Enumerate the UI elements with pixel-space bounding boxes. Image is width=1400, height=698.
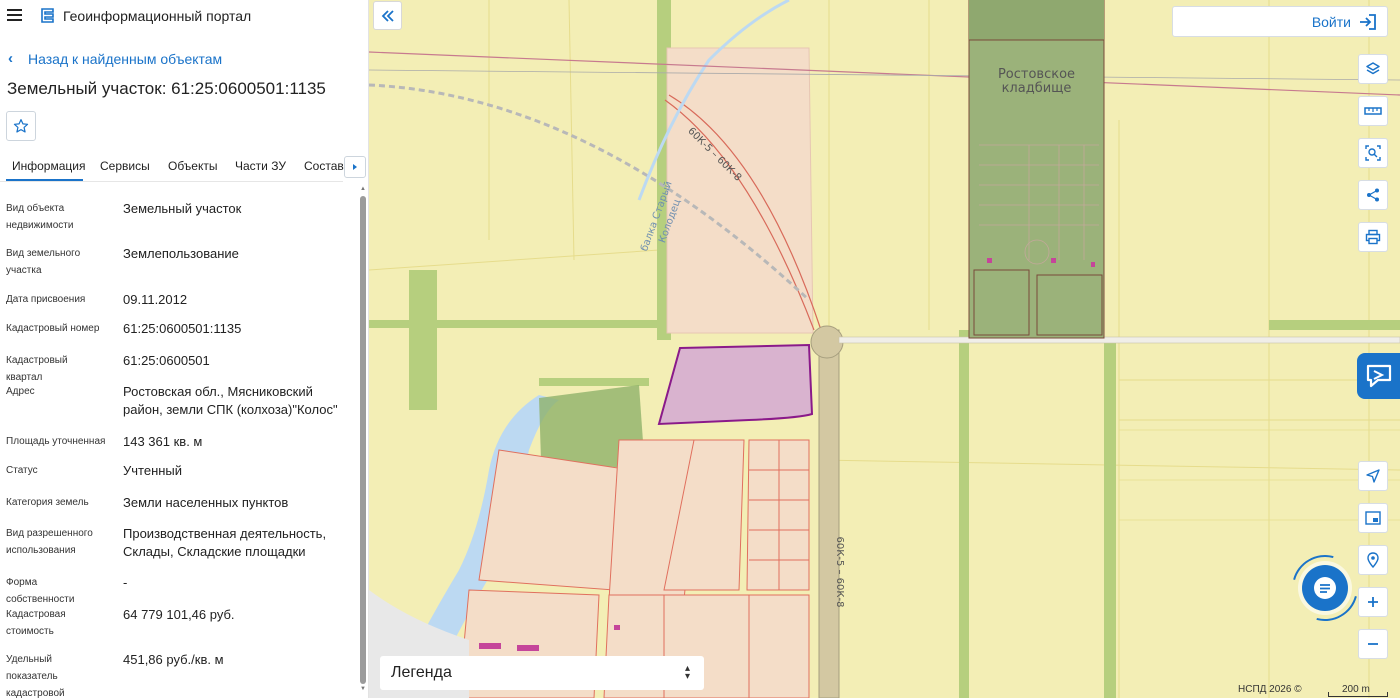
map-base-layer xyxy=(369,0,1400,698)
expand-collapse-icon: ▴ ▾ xyxy=(684,663,690,682)
property-label: Статус xyxy=(6,465,38,476)
active-tab-indicator xyxy=(6,179,83,181)
scale-bar xyxy=(1328,692,1388,697)
legend-dropdown[interactable]: Легенда ▴ ▾ xyxy=(380,656,704,690)
star-icon xyxy=(13,119,29,133)
property-label: Вид разрешенного использования xyxy=(6,528,93,556)
property-value: Земли населенных пунктов xyxy=(123,495,289,510)
caret-right-icon xyxy=(353,164,357,170)
external-service-tab[interactable] xyxy=(1357,353,1400,399)
my-location-button[interactable] xyxy=(1358,461,1388,491)
scroll-up-arrow[interactable]: ▲ xyxy=(360,186,366,192)
sidebar-scrollbar[interactable] xyxy=(360,196,366,684)
share-icon xyxy=(1367,188,1379,202)
print-button[interactable] xyxy=(1358,222,1388,252)
property-value: - xyxy=(123,575,128,590)
double-chevron-left-icon xyxy=(381,9,394,22)
app-title: Геоинформационный портал xyxy=(63,8,252,24)
sidebar: Геоинформационный портал ‹ Назад к найде… xyxy=(0,0,369,698)
tab-objects[interactable]: Объекты xyxy=(168,159,218,173)
property-value: Учтенный xyxy=(123,463,183,478)
map-canvas[interactable]: Ростовское кладбище 60К-5 – 60К-8 60К-5 … xyxy=(369,0,1400,698)
plus-icon xyxy=(1368,597,1378,607)
layers-button[interactable] xyxy=(1358,54,1388,84)
portal-logo-icon xyxy=(41,8,54,23)
login-icon xyxy=(1360,13,1376,30)
property-label: Вид объекта недвижимости xyxy=(6,203,74,231)
tab-services[interactable]: Сервисы xyxy=(100,159,150,173)
property-value: 64 779 101,46 руб. xyxy=(123,607,235,622)
property-label: Кадастровый квартал xyxy=(6,355,68,383)
property-value: 451,86 руб./кв. м xyxy=(123,652,224,667)
property-label: Кадастровый номер xyxy=(6,323,100,334)
property-value: Ростовская обл., Мясниковский район, зем… xyxy=(123,384,338,417)
chat-button[interactable] xyxy=(1302,565,1348,611)
printer-icon xyxy=(1365,229,1381,245)
back-to-results-link[interactable]: ‹ Назад к найденным объектам xyxy=(8,50,222,67)
property-value: 61:25:0600501 xyxy=(123,353,210,368)
property-value: 61:25:0600501:1135 xyxy=(123,321,242,336)
tabs-divider xyxy=(0,181,343,182)
property-label: Форма собственности xyxy=(6,577,75,605)
property-label: Кадастровая стоимость xyxy=(6,609,66,637)
tab-parts[interactable]: Части ЗУ xyxy=(235,159,286,173)
menu-icon[interactable] xyxy=(7,9,22,21)
minus-icon xyxy=(1368,643,1378,645)
measure-button[interactable] xyxy=(1358,96,1388,126)
copyright-text: НСПД 2026 © xyxy=(1238,684,1302,695)
cemetery-label: Ростовское кладбище xyxy=(997,67,1076,96)
property-label: Удельный показатель кадастровой стоимост… xyxy=(6,654,65,698)
road-label: 60К-5 – 60К-8 xyxy=(834,536,845,608)
zoom-out-button[interactable] xyxy=(1358,629,1388,659)
sidebar-header: Геоинформационный портал xyxy=(0,0,368,32)
legend-label: Легенда xyxy=(391,664,452,681)
area-search-icon xyxy=(1365,145,1381,161)
property-value: 143 361 кв. м xyxy=(123,434,203,449)
geolocation-button[interactable] xyxy=(1358,545,1388,575)
app-root: Геоинформационный портал ‹ Назад к найде… xyxy=(0,0,1400,698)
favorite-button[interactable] xyxy=(6,111,36,141)
property-label: Вид земельного участка xyxy=(6,248,81,276)
tab-information[interactable]: Информация xyxy=(12,159,85,173)
tab-composition[interactable]: Состав xyxy=(304,159,344,173)
share-button[interactable] xyxy=(1358,180,1388,210)
tabs-scroll-right-button[interactable] xyxy=(344,156,366,178)
picture-in-picture-icon xyxy=(1365,511,1381,525)
property-label: Адрес xyxy=(6,386,35,397)
property-value: Земельный участок xyxy=(123,201,242,216)
property-value: Землепользование xyxy=(123,246,239,261)
property-label: Категория земель xyxy=(6,497,89,508)
minimap-button[interactable] xyxy=(1358,503,1388,533)
ruler-icon xyxy=(1364,107,1382,115)
property-label: Площадь уточненная xyxy=(6,436,106,447)
zoom-in-button[interactable] xyxy=(1358,587,1388,617)
property-label: Дата присвоения xyxy=(6,294,86,305)
tabs-bar: Информация Сервисы Объекты Части ЗУ Сост… xyxy=(0,154,368,182)
login-button[interactable]: Войти xyxy=(1172,6,1388,37)
chevron-left-icon: ‹ xyxy=(8,50,13,67)
property-value: 09.11.2012 xyxy=(123,292,188,307)
collapse-sidebar-button[interactable] xyxy=(373,1,402,30)
chat-icon xyxy=(1314,577,1336,599)
area-select-button[interactable] xyxy=(1358,138,1388,168)
layers-icon xyxy=(1366,62,1380,75)
chat-bubble-icon xyxy=(1366,364,1391,388)
login-label: Войти xyxy=(1311,13,1351,30)
property-value: Производственная деятельность, Склады, С… xyxy=(123,526,327,559)
back-link-label: Назад к найденным объектам xyxy=(28,50,223,67)
scroll-down-arrow[interactable]: ▼ xyxy=(360,686,366,692)
object-title: Земельный участок: 61:25:0600501:1135 xyxy=(7,79,326,98)
location-pin-icon xyxy=(1367,552,1379,568)
navigation-arrow-icon xyxy=(1366,469,1380,483)
